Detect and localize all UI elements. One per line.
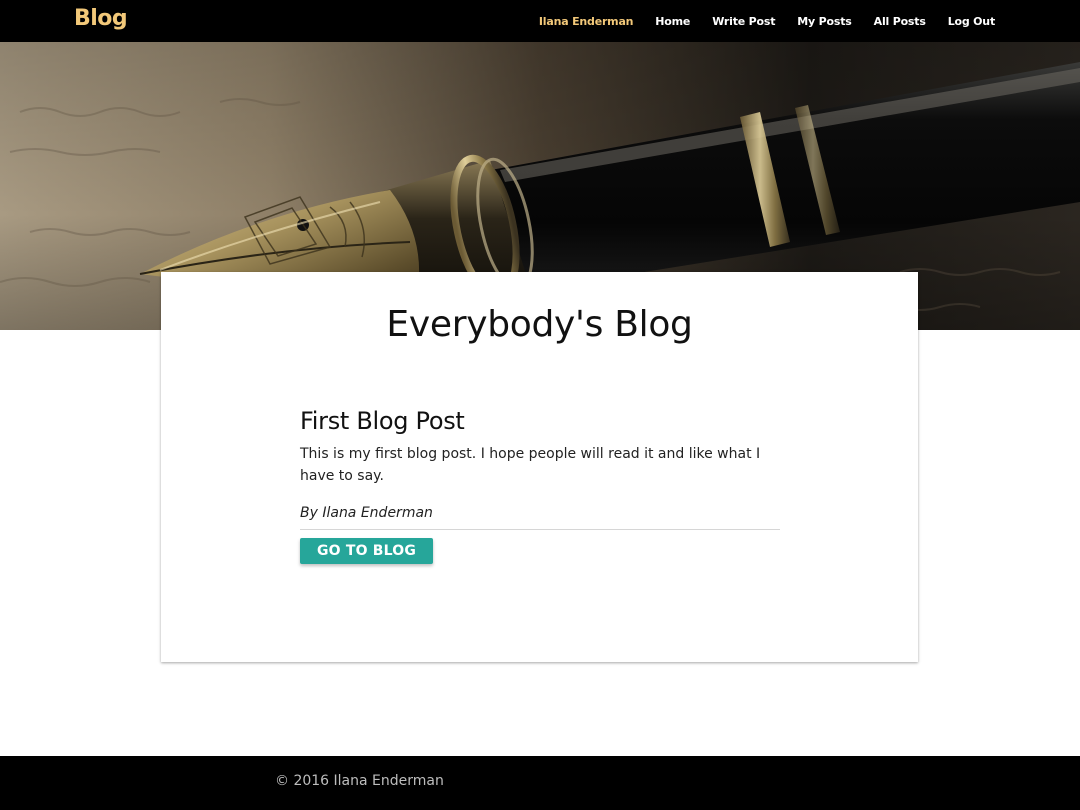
post-divider [300,529,780,530]
go-to-blog-button[interactable]: Go to blog [300,538,433,564]
blog-post: First Blog Post This is my first blog po… [300,407,780,564]
page-title: Everybody's Blog [386,304,693,345]
nav-my-posts-link[interactable]: My Posts [797,15,852,28]
navbar: Blog Ilana Enderman Home Write Post My P… [0,0,1080,42]
nav-links: Ilana Enderman Home Write Post My Posts … [539,0,995,42]
nav-log-out-link[interactable]: Log Out [948,15,996,28]
nav-user-link[interactable]: Ilana Enderman [539,15,634,28]
footer-copyright: © 2016 Ilana Enderman [275,773,444,789]
brand-logo[interactable]: Blog [74,6,128,31]
nav-home-link[interactable]: Home [655,15,690,28]
post-author: By Ilana Enderman [300,505,433,521]
footer: © 2016 Ilana Enderman [0,756,1080,810]
post-body: This is my first blog post. I hope peopl… [300,446,761,484]
post-title: First Blog Post [300,407,465,435]
nav-all-posts-link[interactable]: All Posts [874,15,926,28]
nav-write-post-link[interactable]: Write Post [712,15,775,28]
page: Blog Ilana Enderman Home Write Post My P… [0,0,1080,810]
blog-card: Everybody's Blog First Blog Post This is… [161,272,918,662]
